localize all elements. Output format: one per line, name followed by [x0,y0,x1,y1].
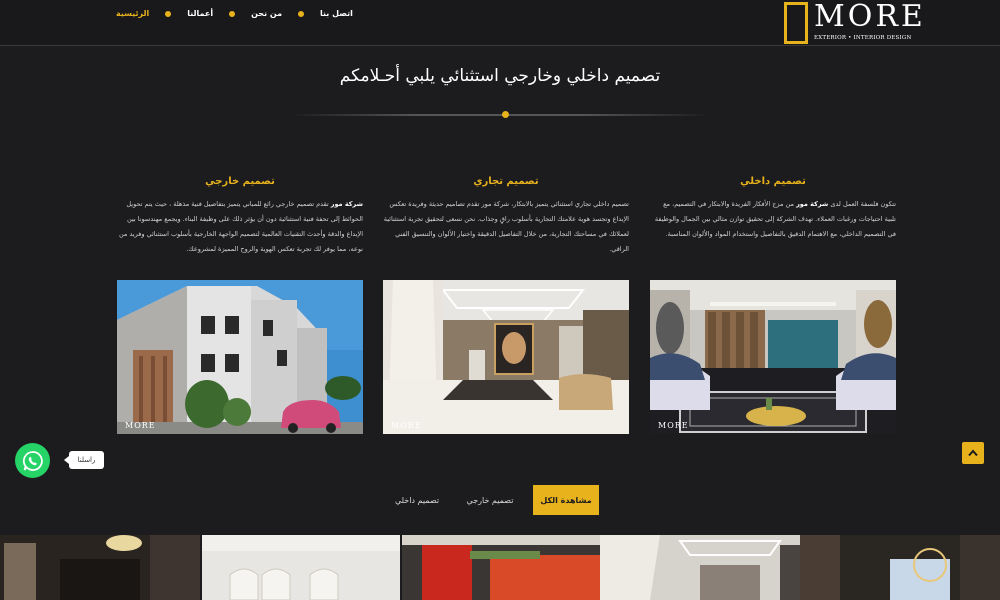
service-title: تصميم تجاري [473,176,539,187]
main-nav: الرئيسية أعمالنا من نحن اتصل بنا [116,9,353,18]
gallery-item[interactable] [0,535,200,600]
logo-frame-icon [784,2,808,44]
service-interior: تصميم داخلي تتكون فلسفة العمل لدى شركة م… [650,176,896,242]
whatsapp-icon [22,450,43,471]
nav-item-works[interactable]: أعمالنا [187,9,213,18]
exterior-villa-photo[interactable]: MORE [117,280,363,434]
interior-living-room-photo[interactable]: MORE [650,280,896,434]
filter-exterior-button[interactable]: تصميم خارجي [456,485,524,515]
portfolio-gallery [0,535,1000,600]
gallery-item[interactable] [202,535,400,600]
service-description: شركة مور تقدم تصميم خارجي رائع للمباني ي… [118,200,363,253]
service-description: تصميم داخلي تجاري استثنائي يتميز بالابتك… [383,200,629,253]
nav-label-about[interactable]: من نحن [251,9,282,18]
logo-subtitle: EXTERIOR • INTERIOR DESIGN [814,35,912,41]
filter-interior-label[interactable]: تصميم داخلي [395,496,439,505]
filter-all-label[interactable]: مشاهدة الكل [540,496,591,505]
filter-all-button[interactable]: مشاهدة الكل [533,485,599,515]
site-header: الرئيسية أعمالنا من نحن اتصل بنا MORE EX… [0,0,1000,46]
nav-label-works[interactable]: أعمالنا [187,9,213,18]
nav-item-about[interactable]: من نحن [251,9,282,18]
scroll-to-top-button[interactable] [962,442,984,464]
nav-separator-dot [165,10,172,17]
title-divider [290,114,710,116]
nav-label-contact[interactable]: اتصل بنا [320,9,353,18]
whatsapp-button[interactable] [15,443,50,478]
gallery-item[interactable] [402,535,600,600]
gallery-item[interactable] [600,535,800,600]
whatsapp-tooltip[interactable]: راسلنا [64,451,104,469]
logo-text: MORE [814,0,926,34]
chevron-up-icon [968,449,978,457]
divider-dot-icon [502,111,509,118]
nav-item-home[interactable]: الرئيسية [116,9,149,18]
service-commercial: تصميم تجاري تصميم داخلي تجاري استثنائي ي… [383,176,629,257]
commercial-showroom-photo[interactable]: MORE [383,280,629,434]
filter-interior-button[interactable]: تصميم داخلي [384,485,450,515]
section-title: تصميم داخلي وخارجي استثنائي يلبي أحـلامك… [339,66,661,86]
service-title: تصميم خارجي [205,176,275,187]
photo-watermark: MORE [391,421,422,430]
nav-separator-dot [229,10,236,17]
service-description: تتكون فلسفة العمل لدى شركة مور من مزج ال… [654,200,896,238]
nav-label-home[interactable]: الرئيسية [116,9,149,18]
filter-exterior-label[interactable]: تصميم خارجي [467,496,514,505]
photo-watermark: MORE [658,421,689,430]
gallery-item[interactable] [800,535,1000,600]
nav-separator-dot [298,10,305,17]
nav-item-contact[interactable]: اتصل بنا [320,9,353,18]
service-title: تصميم داخلي [740,176,806,187]
service-exterior: تصميم خارجي شركة مور تقدم تصميم خارجي را… [117,176,363,257]
site-logo[interactable]: MORE EXTERIOR • INTERIOR DESIGN [784,0,923,44]
photo-watermark: MORE [125,421,156,430]
